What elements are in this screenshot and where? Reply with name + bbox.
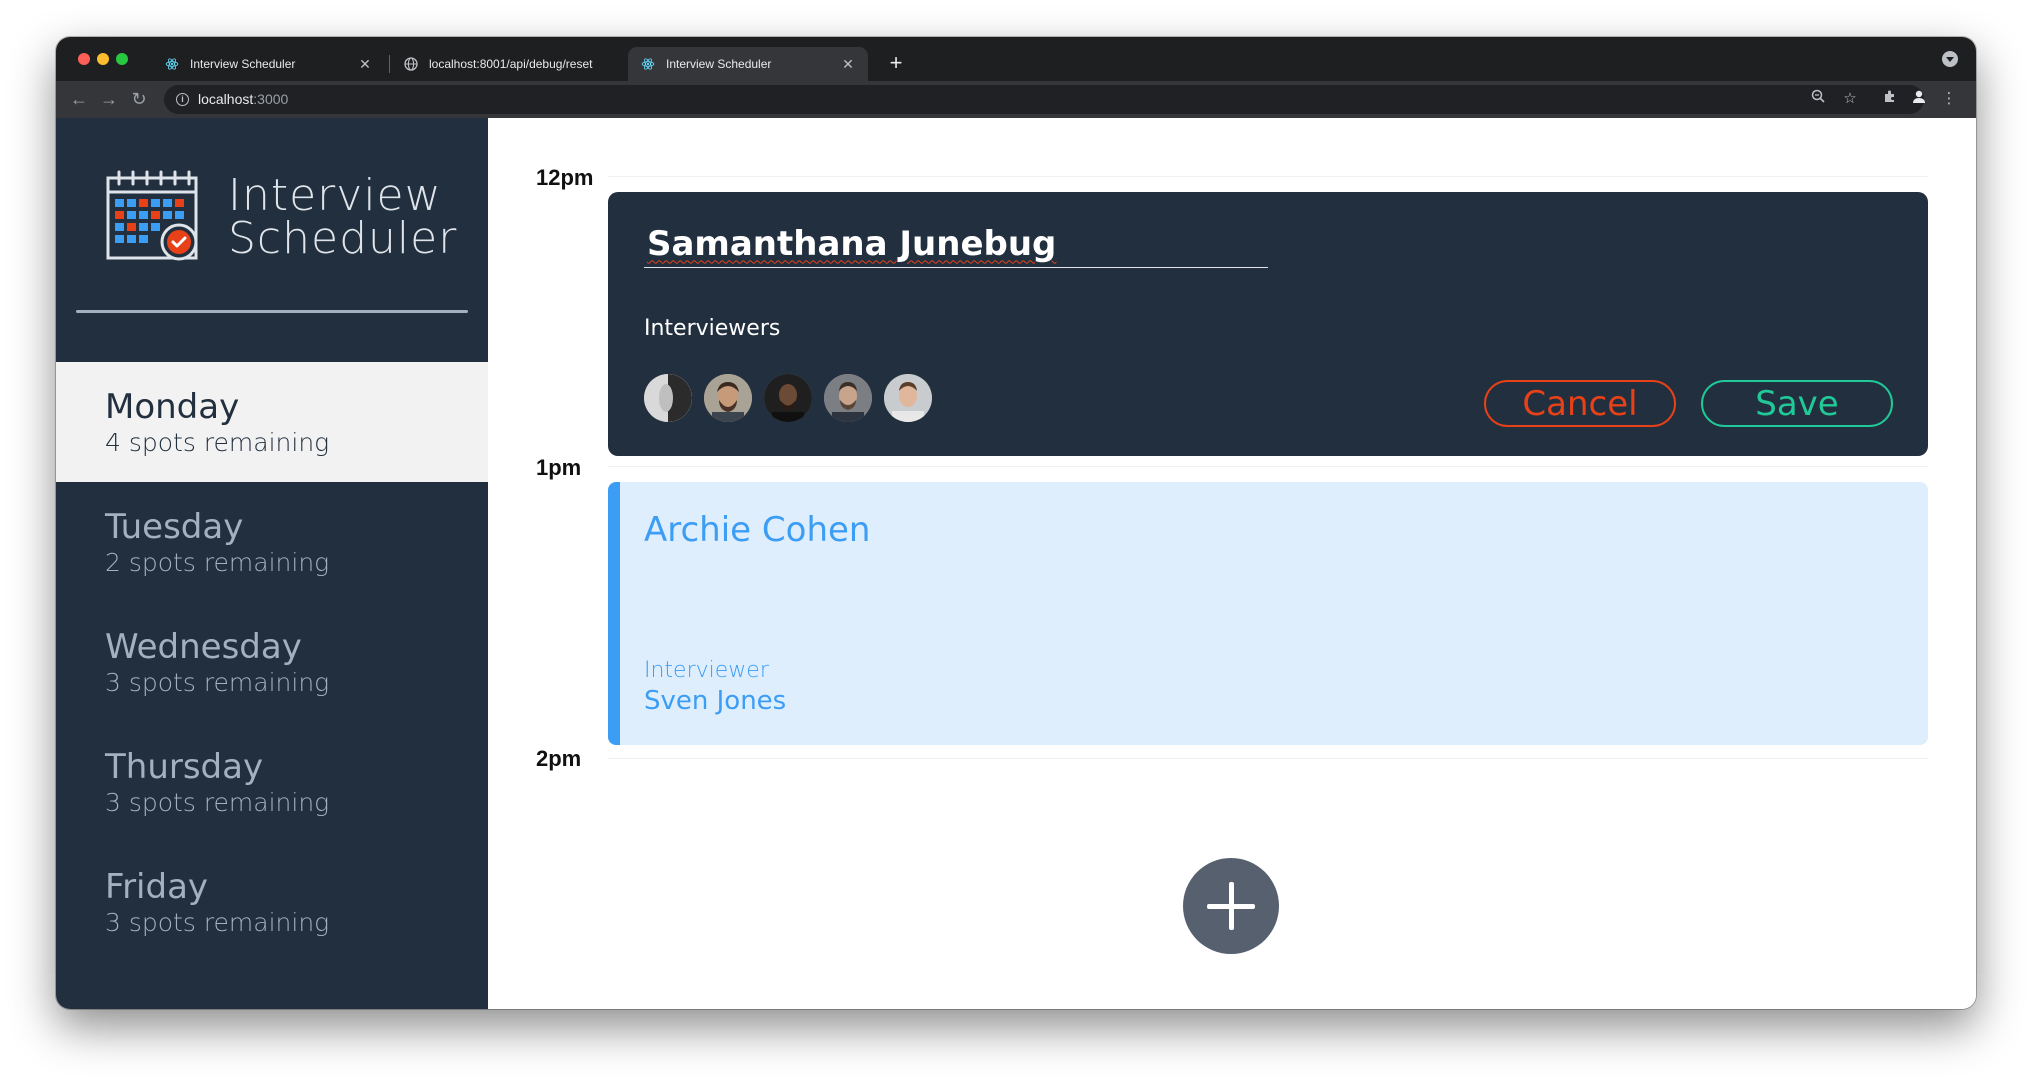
url-port: :3000 bbox=[253, 91, 289, 107]
time-label: 2pm bbox=[536, 746, 582, 771]
browser-window: Interview Scheduler ✕ localhost:8001/api… bbox=[56, 37, 1976, 1009]
back-icon[interactable]: ← bbox=[68, 88, 90, 110]
day-name: Tuesday bbox=[105, 507, 244, 547]
menu-kebab-icon[interactable]: ⋮ bbox=[1939, 89, 1959, 109]
brand-line-1: Interview bbox=[228, 170, 442, 221]
browser-toolbar: ← → ↻ i localhost:3000 ☆ ⋮ bbox=[56, 81, 1976, 118]
maximize-window-button[interactable] bbox=[116, 53, 128, 65]
day-item-monday[interactable]: Monday 4 spots remaining bbox=[56, 362, 488, 482]
day-item-tuesday[interactable]: Tuesday 2 spots remaining bbox=[56, 482, 488, 602]
day-list: Monday 4 spots remaining Tuesday 2 spots… bbox=[56, 362, 488, 962]
day-spots: 3 spots remaining bbox=[105, 908, 330, 937]
url-text: localhost:3000 bbox=[198, 91, 288, 107]
day-spots: 3 spots remaining bbox=[105, 788, 330, 817]
sidebar-divider bbox=[76, 310, 468, 313]
tab-title: Interview Scheduler bbox=[190, 57, 296, 71]
close-window-button[interactable] bbox=[78, 53, 90, 65]
appointment-interviewer-label: Interviewer bbox=[644, 658, 769, 683]
interview-scheduler-app: Interview Scheduler Monday 4 spots remai… bbox=[56, 118, 1976, 1009]
calendar-logo-icon bbox=[105, 170, 203, 262]
interviewer-list bbox=[644, 374, 932, 422]
interviewer-avatar[interactable] bbox=[824, 374, 872, 422]
appointment-card[interactable]: Archie Cohen Interviewer Sven Jones bbox=[608, 482, 1928, 745]
profile-icon[interactable] bbox=[1909, 89, 1929, 109]
add-appointment-button[interactable] bbox=[1183, 858, 1279, 954]
slot-separator bbox=[608, 176, 1928, 177]
interviewer-avatar[interactable] bbox=[644, 374, 692, 422]
day-name: Thursday bbox=[105, 747, 264, 787]
day-name: Friday bbox=[105, 867, 209, 907]
interviewer-avatar[interactable] bbox=[704, 374, 752, 422]
forward-icon[interactable]: → bbox=[98, 88, 120, 110]
day-spots: 4 spots remaining bbox=[105, 428, 330, 457]
react-icon bbox=[164, 56, 180, 72]
react-icon bbox=[640, 56, 656, 72]
cancel-button[interactable]: Cancel bbox=[1484, 380, 1676, 427]
interviewers-label: Interviewers bbox=[644, 316, 781, 341]
time-label: 12pm bbox=[536, 165, 594, 190]
close-tab-icon[interactable]: ✕ bbox=[357, 56, 373, 73]
appointment-student-name: Archie Cohen bbox=[644, 510, 871, 550]
day-name: Wednesday bbox=[105, 627, 302, 667]
site-info-icon[interactable]: i bbox=[176, 93, 189, 106]
appointment-form: Interviewers bbox=[608, 192, 1928, 456]
interviewer-avatar[interactable] bbox=[884, 374, 932, 422]
new-tab-button[interactable]: + bbox=[882, 49, 910, 77]
minimize-window-button[interactable] bbox=[97, 53, 109, 65]
tab-title: localhost:8001/api/debug/reset bbox=[429, 57, 593, 71]
day-spots: 3 spots remaining bbox=[105, 668, 330, 697]
day-name: Monday bbox=[105, 387, 240, 427]
tab-title: Interview Scheduler bbox=[666, 57, 772, 71]
day-spots: 2 spots remaining bbox=[105, 548, 330, 577]
day-item-friday[interactable]: Friday 3 spots remaining bbox=[56, 842, 488, 962]
zoom-icon[interactable] bbox=[1808, 89, 1828, 109]
bookmark-star-icon[interactable]: ☆ bbox=[1840, 89, 1860, 109]
reload-icon[interactable]: ↻ bbox=[128, 88, 150, 110]
tab-search-icon[interactable] bbox=[1942, 51, 1958, 67]
schedule: 12pm Interviewers bbox=[488, 118, 1976, 1009]
time-label: 1pm bbox=[536, 455, 582, 480]
browser-tab[interactable]: Interview Scheduler ✕ bbox=[152, 47, 385, 81]
close-tab-icon[interactable]: ✕ bbox=[840, 56, 856, 73]
extensions-icon[interactable] bbox=[1880, 89, 1900, 109]
url-host: localhost bbox=[198, 91, 254, 107]
appointment-interviewer-name: Sven Jones bbox=[644, 686, 787, 716]
student-name-input[interactable] bbox=[644, 220, 1268, 268]
slot-separator bbox=[608, 758, 1928, 759]
day-item-thursday[interactable]: Thursday 3 spots remaining bbox=[56, 722, 488, 842]
globe-icon bbox=[403, 56, 419, 72]
plus-icon-vertical bbox=[1229, 882, 1234, 930]
sidebar: Interview Scheduler Monday 4 spots remai… bbox=[56, 118, 488, 1009]
day-item-wednesday[interactable]: Wednesday 3 spots remaining bbox=[56, 602, 488, 722]
brand-line-2: Scheduler bbox=[228, 213, 458, 264]
brand-title: Interview Scheduler bbox=[228, 170, 458, 264]
tab-separator bbox=[389, 55, 390, 73]
browser-tab-active[interactable]: Interview Scheduler ✕ bbox=[628, 47, 868, 81]
slot-separator bbox=[608, 466, 1928, 467]
interviewer-avatar[interactable] bbox=[764, 374, 812, 422]
tab-strip: Interview Scheduler ✕ localhost:8001/api… bbox=[56, 37, 1976, 81]
save-button[interactable]: Save bbox=[1701, 380, 1893, 427]
address-bar[interactable]: i localhost:3000 bbox=[164, 85, 1924, 114]
